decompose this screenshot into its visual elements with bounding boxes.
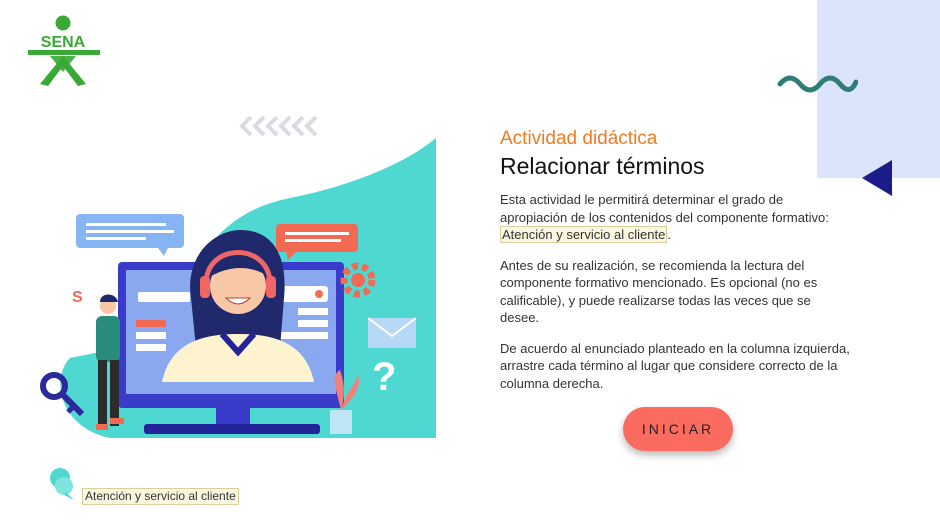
instructions-paragraph: De acuerdo al enunciado planteado en la … <box>500 340 850 391</box>
activity-kicker: Actividad didáctica <box>500 128 658 149</box>
chevrons-left-icon <box>239 115 318 137</box>
page-title: Relacionar términos <box>500 153 705 179</box>
triangle-decoration-icon <box>862 160 892 196</box>
chat-bubble-icon <box>50 468 74 500</box>
footer-component-link[interactable]: Atención y servicio al cliente <box>82 488 239 505</box>
sena-logo-text: SENA <box>41 34 86 51</box>
component-link[interactable]: Atención y servicio al cliente <box>500 226 668 243</box>
chat-bubble-left-icon <box>76 214 184 256</box>
wave-decoration-icon <box>777 75 858 93</box>
recommendation-paragraph: Antes de su realización, se recomienda l… <box>500 257 818 326</box>
intro-text: Esta actividad le permitirá determinar e… <box>500 192 829 225</box>
svg-text:S: S <box>72 289 83 306</box>
question-mark-icon: ? <box>372 355 396 399</box>
envelope-icon <box>367 317 417 348</box>
start-button[interactable]: INICIAR <box>623 407 733 451</box>
intro-paragraph: Esta actividad le permitirá determinar e… <box>500 191 852 244</box>
activity-description: Actividad didáctica Relacionar términos … <box>500 128 852 392</box>
customer-service-illustration: ? S <box>40 138 436 438</box>
intro-text-end: . <box>667 227 671 242</box>
sena-logo: SENA <box>28 15 100 86</box>
